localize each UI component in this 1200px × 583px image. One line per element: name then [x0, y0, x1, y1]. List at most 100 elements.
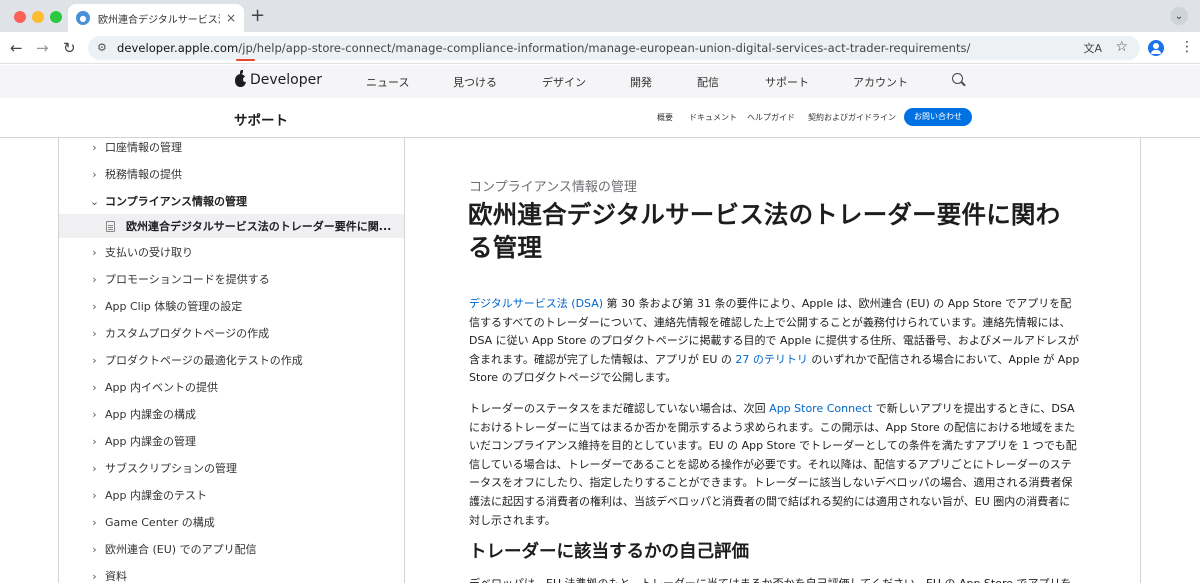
developer-logo-link[interactable]: Developer [235, 69, 323, 88]
section-heading: トレーダーに該当するかの自己評価 [469, 542, 749, 562]
chevron-right-icon: › [92, 299, 97, 313]
sidebar-item-label: Game Center の構成 [105, 516, 215, 529]
developer-logo-text: Developer [250, 72, 323, 88]
global-nav: Developer ニュース 見つける デザイン 開発 配信 サポート アカウン… [0, 65, 1200, 98]
sidebar-item-label: 欧州連合デジタルサービス法のトレーダー要件に関... [126, 220, 392, 233]
dsa-link[interactable]: デジタルサービス法 (DSA) [469, 297, 603, 310]
sidebar-item-account-info[interactable]: › 口座情報の管理 [59, 138, 404, 159]
sidebar-item-in-app-events[interactable]: › App 内イベントの提供 [59, 375, 404, 399]
translate-icon[interactable]: 文A [1083, 40, 1102, 56]
sidebar-item-resources[interactable]: › 資料 [59, 564, 404, 583]
browser-toolbar: ← → ↻ ⚙ developer.apple.com/jp/help/app-… [0, 32, 1200, 64]
sidebar-item-label: プロモーションコードを提供する [105, 273, 270, 286]
apple-logo-icon [235, 69, 247, 87]
article-paragraph-2: トレーダーのステータスをまだ確認していない場合は、次回 App Store Co… [469, 402, 1077, 527]
url-host: developer.apple.com [117, 41, 239, 55]
bookmark-star-icon[interactable]: ☆ [1115, 39, 1128, 55]
url-locale-segment: /jp [238, 41, 253, 55]
back-arrow-icon[interactable]: ← [10, 38, 23, 58]
sidebar-item-label: 欧州連合 (EU) でのアプリ配信 [105, 543, 257, 556]
sidebar-item-custom-product-pages[interactable]: › カスタムプロダクトページの作成 [59, 321, 404, 345]
local-nav-agreements[interactable]: 契約およびガイドライン [808, 112, 896, 123]
sidebar-item-label: 税務情報の提供 [105, 168, 182, 181]
tab-search-icon[interactable]: ⌄ [1170, 7, 1188, 25]
sidebar-item-promo-codes[interactable]: › プロモーションコードを提供する [59, 267, 404, 291]
chevron-right-icon: › [92, 569, 97, 583]
territories-link[interactable]: 27 のテリトリ [735, 353, 808, 366]
sidebar-item-label: コンプライアンス情報の管理 [105, 195, 248, 208]
global-nav-distribute[interactable]: 配信 [697, 74, 719, 90]
sidebar-item-iap-test[interactable]: › App 内課金のテスト [59, 483, 404, 507]
profile-avatar-icon[interactable] [1148, 40, 1164, 56]
sidebar-item-subscriptions[interactable]: › サブスクリプションの管理 [59, 456, 404, 480]
sidebar-item-tax-info[interactable]: › 税務情報の提供 [59, 162, 404, 186]
sidebar-item-label: 資料 [105, 570, 127, 583]
local-nav-overview[interactable]: 概要 [657, 112, 673, 123]
sidebar-item-eu-distribution[interactable]: › 欧州連合 (EU) でのアプリ配信 [59, 537, 404, 561]
sidebar-item-iap-manage[interactable]: › App 内課金の管理 [59, 429, 404, 453]
sidebar-item-label: App 内課金のテスト [105, 489, 207, 502]
window-close-button[interactable] [14, 11, 26, 23]
sidebar-item-dsa-trader[interactable]: 欧州連合デジタルサービス法のトレーダー要件に関... [59, 214, 404, 238]
sidebar-item-label: サブスクリプションの管理 [105, 462, 237, 475]
sidebar-item-label: App 内イベントの提供 [105, 381, 218, 394]
chevron-right-icon: › [92, 434, 97, 448]
chevron-right-icon: › [92, 353, 97, 367]
global-nav-support[interactable]: サポート [765, 74, 809, 90]
address-bar[interactable]: ⚙ developer.apple.com/jp/help/app-store-… [88, 36, 1140, 60]
contact-us-button[interactable]: お問い合わせ [904, 108, 972, 126]
page-title: 欧州連合デジタルサービス法のトレーダー要件に関わる管理 [468, 200, 1061, 262]
search-icon[interactable] [952, 73, 963, 84]
chevron-right-icon: › [92, 488, 97, 502]
chevron-right-icon: › [92, 245, 97, 259]
chevron-right-icon: › [92, 407, 97, 421]
sidebar-item-payments[interactable]: › 支払いの受け取り [59, 240, 404, 264]
local-nav-help-guide[interactable]: ヘルプガイド [747, 112, 795, 123]
window-minimize-button[interactable] [32, 11, 44, 23]
new-tab-icon[interactable]: + [250, 5, 265, 27]
sidebar-item-game-center[interactable]: › Game Center の構成 [59, 510, 404, 534]
tab-title: 欧州連合デジタルサービス法のトレーダー要件に関わる管理 [98, 14, 220, 26]
article-eyebrow[interactable]: コンプライアンス情報の管理 [469, 176, 637, 195]
chevron-right-icon: › [92, 515, 97, 529]
article-paragraph-1: デジタルサービス法 (DSA) 第 30 条および第 31 条の要件により、Ap… [469, 297, 1080, 385]
sidebar-item-compliance[interactable]: ⌄ コンプライアンス情報の管理 [59, 189, 404, 213]
document-icon [106, 220, 115, 232]
apple-favicon-icon: ● [76, 11, 90, 25]
sidebar-item-label: 口座情報の管理 [105, 141, 182, 154]
browser-tab[interactable]: ● 欧州連合デジタルサービス法のトレーダー要件に関わる管理 × [68, 4, 244, 32]
sidebar-item-iap-config[interactable]: › App 内課金の構成 [59, 402, 404, 426]
sidebar-item-label: App 内課金の構成 [105, 408, 196, 421]
global-nav-develop[interactable]: 開発 [630, 74, 652, 90]
browser-tab-strip: ● 欧州連合デジタルサービス法のトレーダー要件に関わる管理 × + ⌄ [0, 0, 1200, 32]
url-text[interactable]: developer.apple.com/jp/help/app-store-co… [117, 41, 970, 55]
sidebar-item-label: App 内課金の管理 [105, 435, 196, 448]
url-path: /help/app-store-connect/manage-complianc… [252, 41, 971, 55]
sidebar-item-label: プロダクトページの最適化テストの作成 [105, 354, 303, 367]
app-store-connect-link[interactable]: App Store Connect [769, 402, 872, 415]
global-nav-news[interactable]: ニュース [366, 74, 409, 90]
sidebar-item-product-page-optimization[interactable]: › プロダクトページの最適化テストの作成 [59, 348, 404, 372]
global-nav-account[interactable]: アカウント [853, 74, 908, 90]
chevron-right-icon: › [92, 272, 97, 286]
browser-menu-icon[interactable]: ⋮ [1180, 39, 1194, 55]
chevron-right-icon: › [92, 461, 97, 475]
sidebar-item-label: App Clip 体験の管理の設定 [105, 300, 243, 313]
reload-icon[interactable]: ↻ [63, 38, 76, 58]
sidebar-nav: › 口座情報の管理 › 税務情報の提供 ⌄ コンプライアンス情報の管理 欧州連合デジタ… [58, 138, 405, 583]
chevron-right-icon: › [92, 326, 97, 340]
global-nav-design[interactable]: デザイン [542, 74, 586, 90]
tab-close-icon[interactable]: × [226, 11, 236, 25]
forward-arrow-icon[interactable]: → [36, 38, 49, 58]
site-info-icon[interactable]: ⚙ [97, 41, 107, 54]
chevron-right-icon: › [92, 542, 97, 556]
global-nav-discover[interactable]: 見つける [453, 74, 497, 90]
chevron-down-icon: ⌄ [89, 194, 100, 208]
window-zoom-button[interactable] [50, 11, 62, 23]
chevron-right-icon: › [92, 140, 97, 154]
local-nav-title[interactable]: サポート [234, 109, 288, 129]
sidebar-item-app-clip[interactable]: › App Clip 体験の管理の設定 [59, 294, 404, 318]
chevron-right-icon: › [92, 380, 97, 394]
sidebar-item-label: カスタムプロダクトページの作成 [105, 327, 270, 340]
local-nav-documentation[interactable]: ドキュメント [689, 112, 737, 123]
